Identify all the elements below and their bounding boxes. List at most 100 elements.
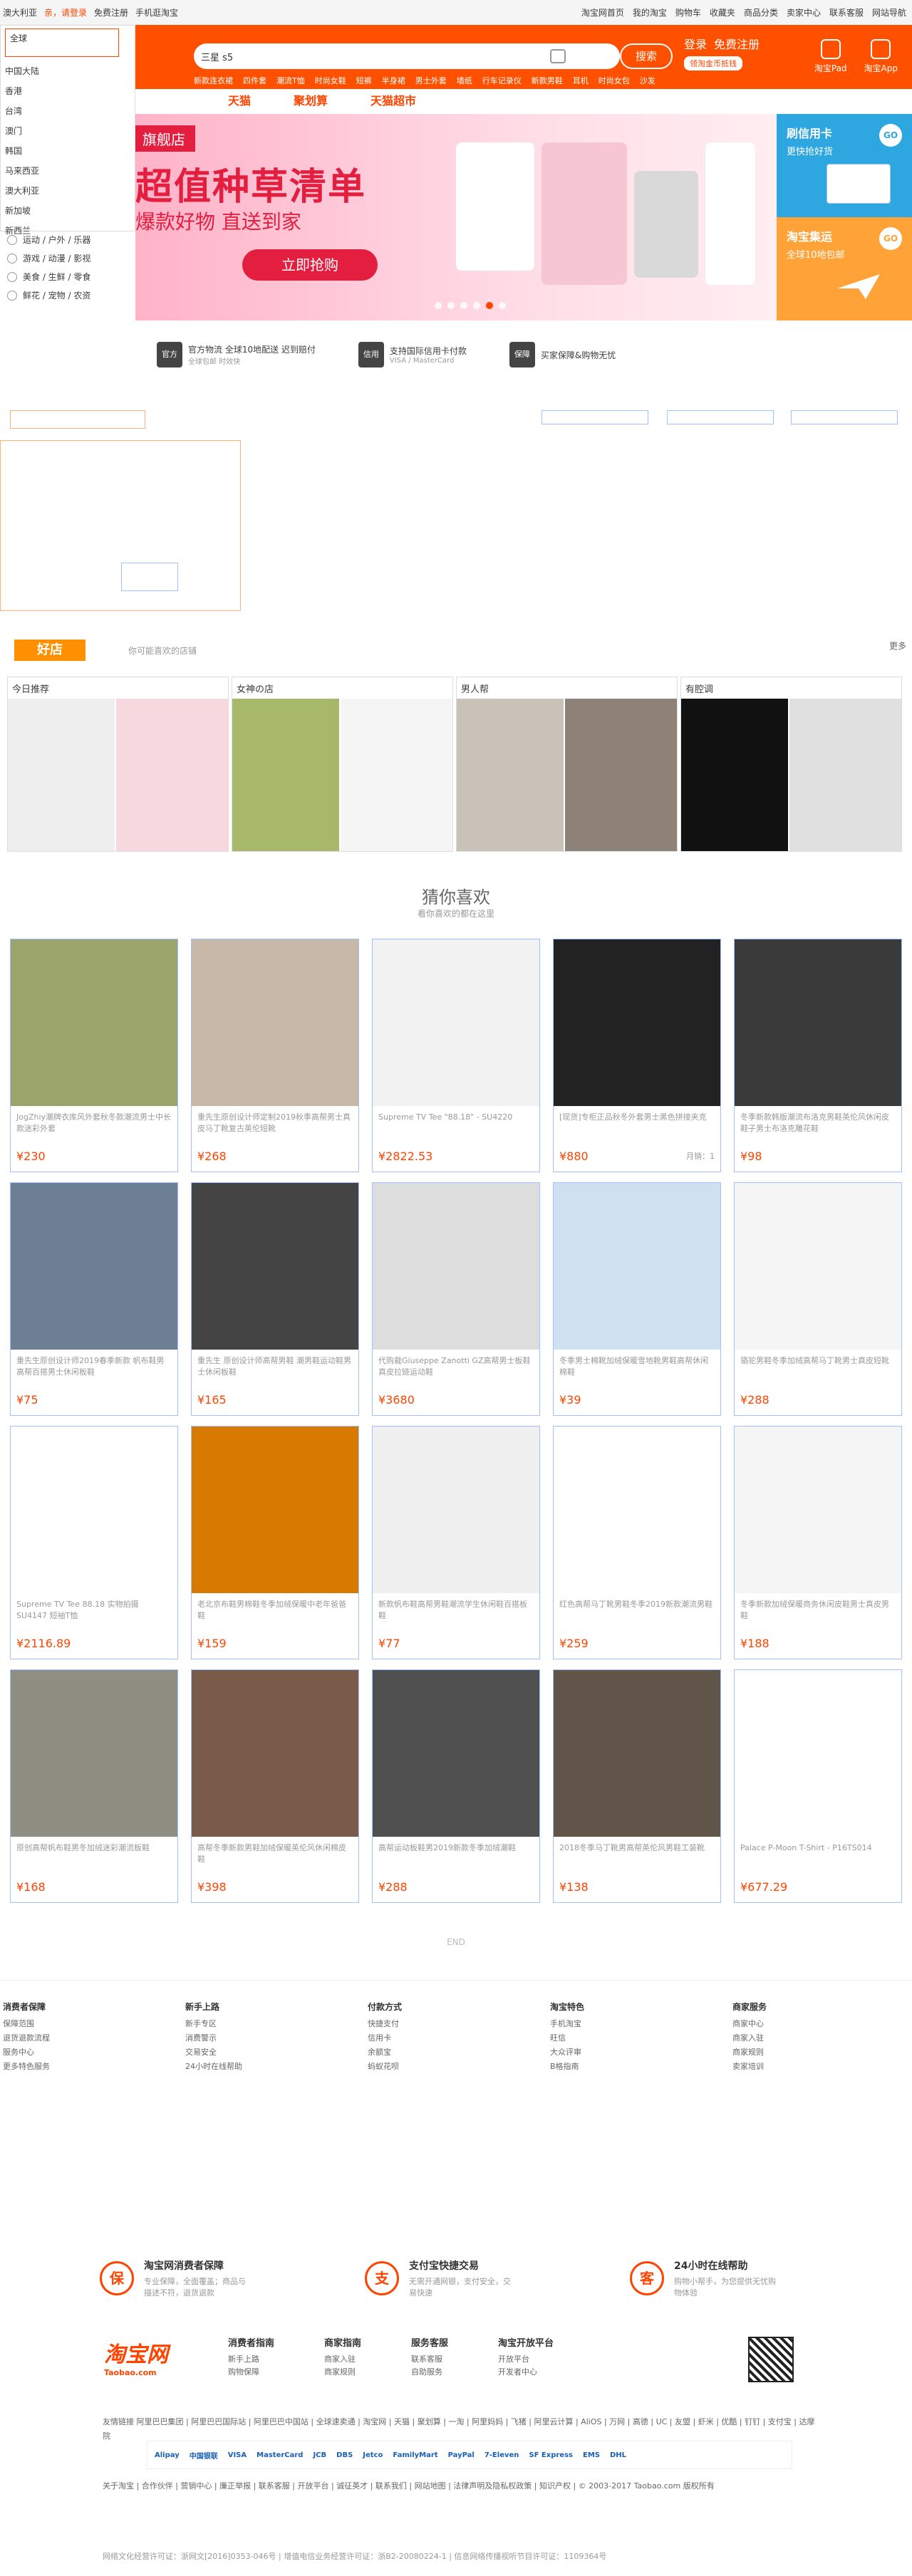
- product-card[interactable]: 冬季新款加绒保暖商务休闲皮鞋男士真皮男鞋 ¥188: [734, 1426, 902, 1659]
- credit-card-ad[interactable]: 刷信用卡 更快抢好货 GO: [777, 114, 912, 217]
- product-description[interactable]: JogZhiy潮牌衣库风外套秋冬款潮流男士中长款迷彩外套: [11, 1106, 177, 1137]
- search-input[interactable]: [201, 43, 543, 69]
- promo-image[interactable]: [0, 440, 241, 611]
- product-card[interactable]: Supreme TV Tee 88.18 实物拍摄 SU4147 短袖T恤 ¥21…: [10, 1426, 178, 1659]
- guide-link[interactable]: 开放平台: [498, 2353, 554, 2366]
- product-description[interactable]: 重先生 原创设计师高帮男鞋 潮男鞋运动鞋男士休闲板鞋: [192, 1350, 358, 1381]
- product-card[interactable]: 代购裁Giuseppe Zanotti GZ高帮男士板鞋真皮拉链运动鞋 ¥3680: [372, 1182, 540, 1416]
- region-option[interactable]: 澳门: [5, 121, 130, 141]
- banner-dot[interactable]: [499, 302, 506, 309]
- footer-link[interactable]: 交易安全: [185, 2045, 362, 2060]
- footer-link[interactable]: 旺信: [550, 2031, 727, 2045]
- product-card[interactable]: 老北京布鞋男棉鞋冬季加绒保暖中老年爸爸鞋 ¥159: [191, 1426, 359, 1659]
- region-option[interactable]: 台湾: [5, 101, 130, 121]
- footer-link[interactable]: 24小时在线帮助: [185, 2060, 362, 2074]
- go-button[interactable]: GO: [879, 227, 902, 250]
- product-image[interactable]: [11, 1427, 177, 1593]
- hot-word-link[interactable]: 半身裙: [382, 75, 405, 86]
- region-option[interactable]: 新西兰: [5, 221, 130, 241]
- camera-icon[interactable]: [550, 49, 566, 63]
- product-description[interactable]: Palace P-Moon T-Shirt - P16TS014: [735, 1837, 901, 1868]
- footer-link[interactable]: 商家入驻: [732, 2031, 909, 2045]
- hot-word-link[interactable]: 短裤: [356, 75, 372, 86]
- product-description[interactable]: Supreme TV Tee 88.18 实物拍摄 SU4147 短袖T恤: [11, 1593, 177, 1625]
- store-card[interactable]: 今日推荐: [7, 677, 229, 852]
- login-tip[interactable]: 领淘金币抵钱: [684, 56, 742, 71]
- product-card[interactable]: 2018冬季马丁靴男高帮英伦风男鞋工装靴 ¥138: [553, 1669, 721, 1903]
- service-item[interactable]: 支支付宝快捷交易 无需开通网银，支付安全，交易快速: [365, 2258, 516, 2298]
- footer-link[interactable]: 手机淘宝: [550, 2017, 727, 2031]
- banner-dot[interactable]: [473, 302, 480, 309]
- footer-link[interactable]: 卖家培训: [732, 2060, 909, 2074]
- top-link[interactable]: 淘宝网首页: [581, 6, 624, 19]
- top-link[interactable]: 购物车: [675, 6, 701, 19]
- product-image[interactable]: [11, 1670, 177, 1837]
- promo-slot[interactable]: [667, 410, 774, 424]
- footer-link[interactable]: 快捷支付: [368, 2017, 544, 2031]
- nav-link[interactable]: 天猫超市: [370, 91, 416, 108]
- product-description[interactable]: 冬季男士棉靴加绒保暖雪地靴男鞋高帮休闲棉鞋: [554, 1350, 720, 1381]
- banner-dot[interactable]: [486, 302, 493, 309]
- guarantee-item[interactable]: 官方 官方物流 全球10地配送 迟到赔付 全球包邮 时效快: [157, 342, 316, 367]
- more-stores-link[interactable]: 更多: [889, 640, 906, 652]
- footer-link[interactable]: 商家规则: [732, 2045, 909, 2060]
- product-image[interactable]: [554, 1670, 720, 1837]
- store-card[interactable]: 有腔调: [680, 677, 902, 852]
- product-image[interactable]: [373, 1670, 539, 1837]
- product-card[interactable]: 重先生 原创设计师高帮男鞋 潮男鞋运动鞋男士休闲板鞋 ¥165: [191, 1182, 359, 1416]
- product-description[interactable]: 老北京布鞋男棉鞋冬季加绒保暖中老年爸爸鞋: [192, 1593, 358, 1625]
- footer-link[interactable]: 蚂蚁花呗: [368, 2060, 544, 2074]
- hot-word-link[interactable]: 耳机: [573, 75, 589, 86]
- top-link[interactable]: 卖家中心: [787, 6, 821, 19]
- guide-link[interactable]: 自助服务: [411, 2366, 448, 2379]
- product-card[interactable]: 红色高帮马丁靴男鞋冬季2019新款潮流男鞋 ¥259: [553, 1426, 721, 1659]
- guide-link[interactable]: 新手上路: [228, 2353, 274, 2366]
- guarantee-item[interactable]: 信用 支持国际信用卡付款 VISA / MasterCard: [358, 342, 467, 367]
- pad-app-link[interactable]: 淘宝Pad: [814, 39, 847, 74]
- region-option[interactable]: 香港: [5, 81, 130, 101]
- hot-word-link[interactable]: 新款连衣裙: [194, 75, 233, 86]
- mobile-link[interactable]: 手机逛淘宝: [135, 6, 178, 19]
- footer-link[interactable]: 退货退款流程: [3, 2031, 180, 2045]
- product-description[interactable]: 原创高帮帆布鞋男冬加绒迷彩潮流板鞋: [11, 1837, 177, 1868]
- product-description[interactable]: 冬季新款加绒保暖商务休闲皮鞋男士真皮男鞋: [735, 1593, 901, 1625]
- service-item[interactable]: 保淘宝网消费者保障 专业保障，全面覆盖；商品与描述不符，退货退款: [100, 2258, 251, 2298]
- product-image[interactable]: [192, 1427, 358, 1593]
- top-link[interactable]: 商品分类: [744, 6, 778, 19]
- register-link[interactable]: 免费注册: [94, 6, 128, 19]
- top-link[interactable]: 收藏夹: [710, 6, 735, 19]
- go-button[interactable]: GO: [879, 124, 902, 147]
- product-card[interactable]: 高帮运动板鞋男2019新款冬季加绒潮鞋 ¥288: [372, 1669, 540, 1903]
- footer-link[interactable]: 大众评审: [550, 2045, 727, 2060]
- product-description[interactable]: 代购裁Giuseppe Zanotti GZ高帮男士板鞋真皮拉链运动鞋: [373, 1350, 539, 1381]
- footer-link[interactable]: 商家中心: [732, 2017, 909, 2031]
- hot-word-link[interactable]: 行车记录仪: [482, 75, 522, 86]
- product-card[interactable]: 新款帆布鞋高帮男鞋潮流学生休闲鞋百搭板鞋 ¥77: [372, 1426, 540, 1659]
- promo-slot[interactable]: [121, 563, 178, 591]
- product-card[interactable]: 冬季男士棉靴加绒保暖雪地靴男鞋高帮休闲棉鞋 ¥39: [553, 1182, 721, 1416]
- product-description[interactable]: 高帮运动板鞋男2019新款冬季加绒潮鞋: [373, 1837, 539, 1868]
- guide-link[interactable]: 商家规则: [324, 2366, 361, 2379]
- region-selector[interactable]: 澳大利亚: [3, 6, 37, 19]
- guide-link[interactable]: 联系客服: [411, 2353, 448, 2366]
- footer-link[interactable]: 更多特色服务: [3, 2060, 180, 2074]
- product-description[interactable]: Supreme TV Tee "88.18" - SU4220: [373, 1106, 539, 1137]
- category-item[interactable]: 鲜花 / 宠物 / 农资: [7, 286, 128, 305]
- product-description[interactable]: 冬季新款韩版潮流布洛克男鞋英伦风休闲皮鞋子男士布洛克雕花鞋: [735, 1106, 901, 1137]
- nav-link[interactable]: 聚划算: [294, 91, 328, 108]
- banner-dot[interactable]: [435, 302, 442, 309]
- product-card[interactable]: Palace P-Moon T-Shirt - P16TS014 ¥677.29: [734, 1669, 902, 1903]
- product-card[interactable]: 重先生原创设计师2019春季新款 帆布鞋男高帮百搭男士休闲板鞋 ¥75: [10, 1182, 178, 1416]
- product-image[interactable]: [554, 939, 720, 1106]
- store-card[interactable]: 男人帮: [456, 677, 678, 852]
- product-image[interactable]: [735, 1670, 901, 1837]
- product-image[interactable]: [192, 1183, 358, 1350]
- mobile-app-link[interactable]: 淘宝App: [864, 39, 898, 74]
- category-item[interactable]: 游戏 / 动漫 / 影视: [7, 249, 128, 268]
- product-description[interactable]: 2018冬季马丁靴男高帮英伦风男鞋工装靴: [554, 1837, 720, 1868]
- product-image[interactable]: [192, 1670, 358, 1837]
- footer-link[interactable]: 服务中心: [3, 2045, 180, 2060]
- product-card[interactable]: 原创高帮帆布鞋男冬加绒迷彩潮流板鞋 ¥168: [10, 1669, 178, 1903]
- guide-link[interactable]: 开发者中心: [498, 2366, 554, 2379]
- promo-slot[interactable]: [10, 410, 145, 429]
